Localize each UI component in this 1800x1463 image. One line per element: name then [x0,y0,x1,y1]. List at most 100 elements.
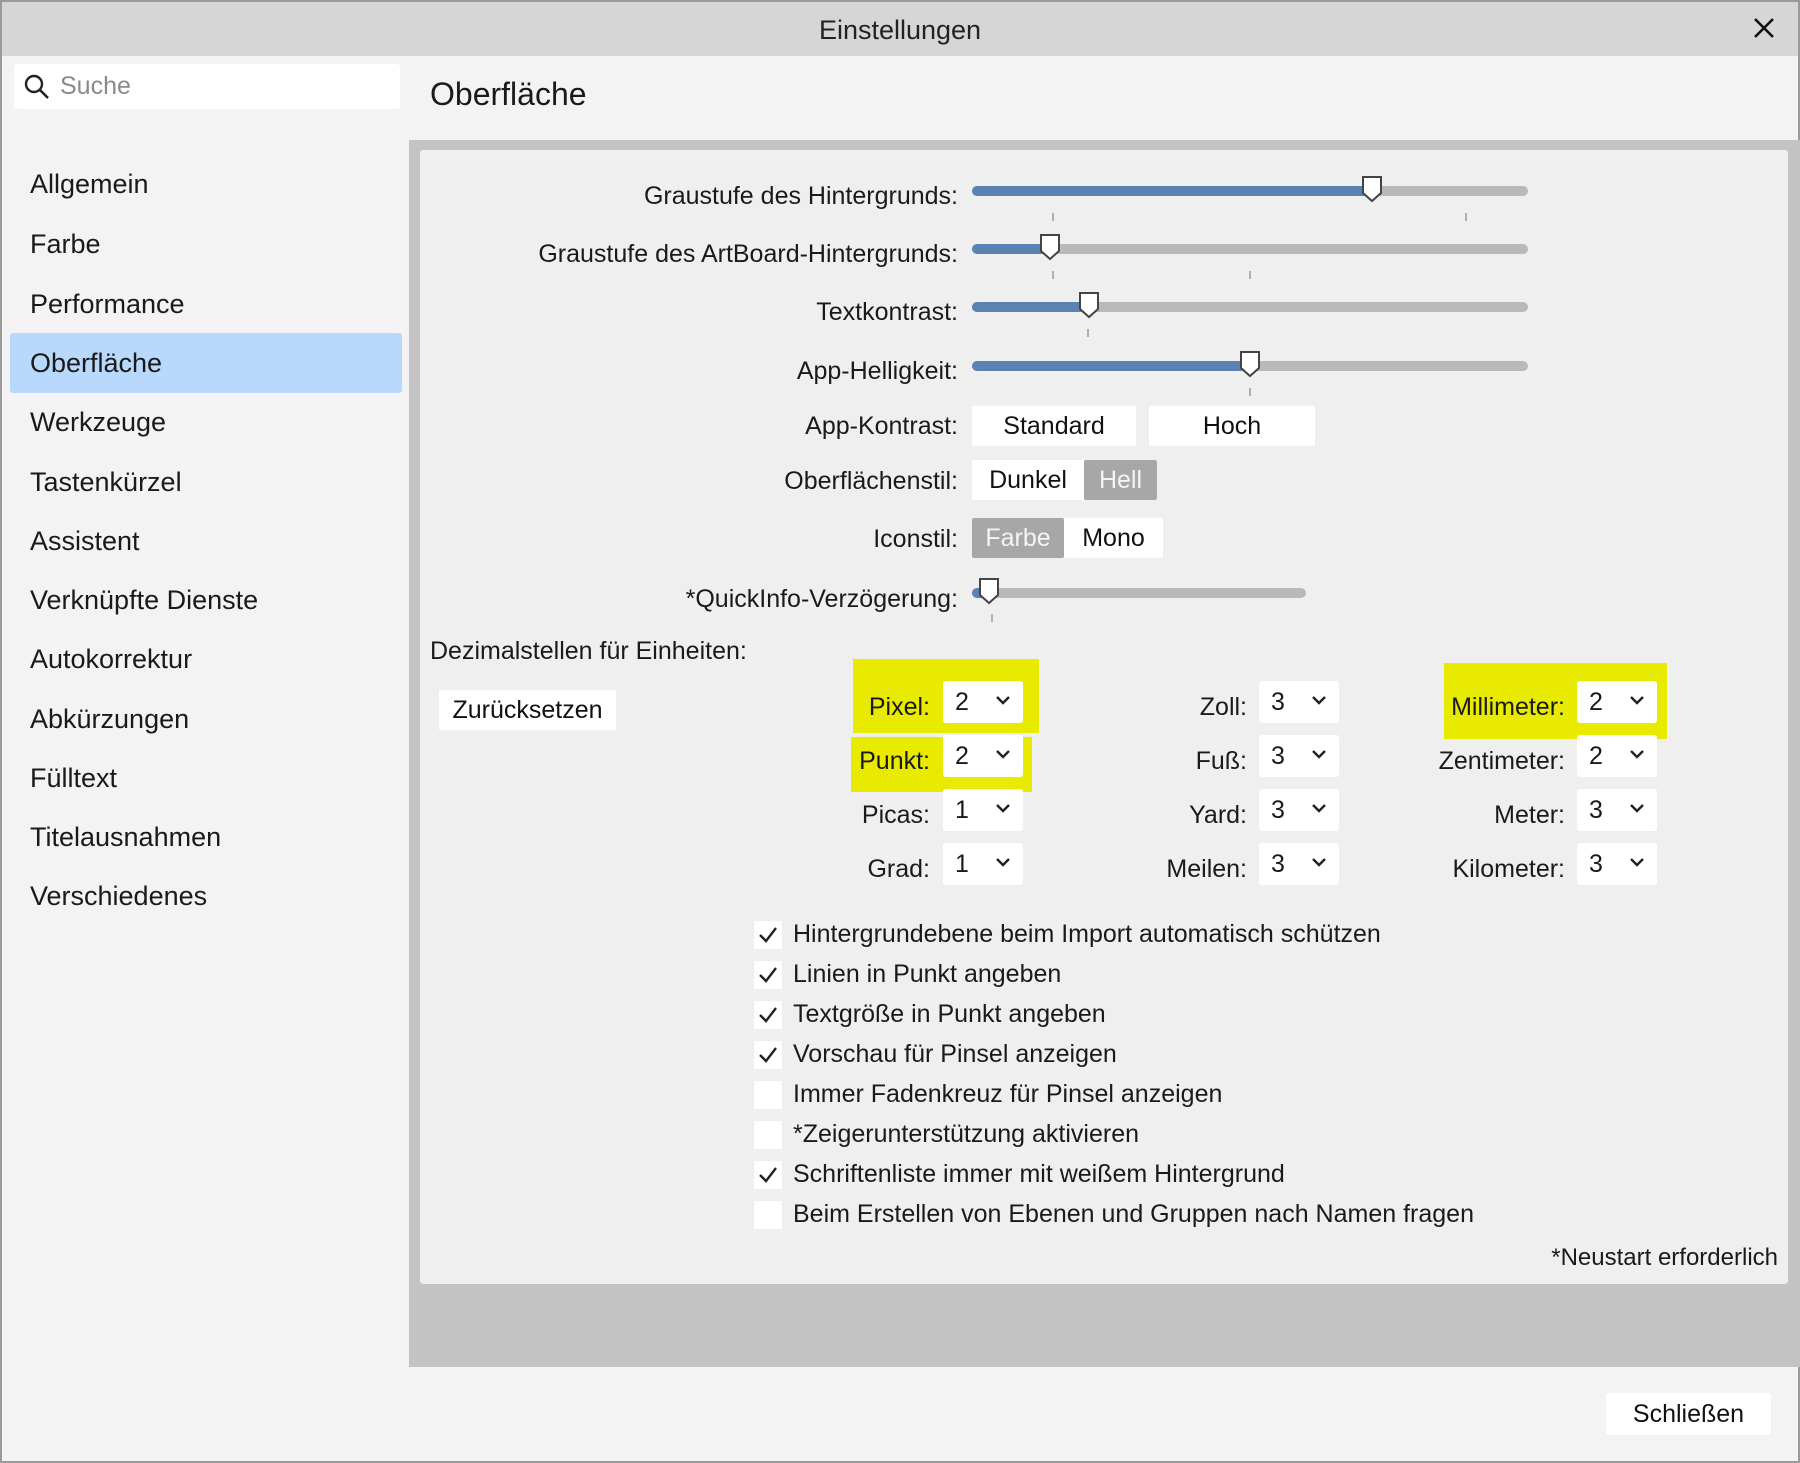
fuss-label: Fuß: [1195,747,1247,775]
dropdown-value: 1 [955,796,969,824]
slider-thumb[interactable] [1239,350,1261,378]
sidebar-item-assistent[interactable]: Assistent [10,511,402,571]
chevron-down-icon [996,750,1010,759]
sidebar-item-tastenkuerzel[interactable]: Tastenkürzel [10,452,402,512]
meter-label: Meter: [1494,801,1565,829]
checkbox-always-crosshair[interactable] [754,1081,782,1109]
quickinfo-delay-slider[interactable] [972,578,1306,605]
chevron-down-icon [1312,750,1326,759]
millimeter-decimals-dropdown[interactable]: 2 [1577,681,1657,723]
close-button[interactable]: Schließen [1606,1393,1771,1435]
window-title: Einstellungen [818,15,982,45]
checkbox-label: Schriftenliste immer mit weißem Hintergr… [793,1160,1285,1188]
fuss-decimals-dropdown[interactable]: 3 [1259,735,1339,777]
slider-tick [1087,329,1089,337]
icon-style-label: Iconstil: [873,525,958,553]
chevron-down-icon [1630,750,1644,759]
checkbox-lines-in-points[interactable] [754,961,782,989]
sidebar-item-farbe[interactable]: Farbe [10,214,402,274]
meter-decimals-dropdown[interactable]: 3 [1577,789,1657,831]
slider-thumb[interactable] [1078,291,1100,319]
checkbox-auto-protect-background[interactable] [754,921,782,949]
dropdown-value: 3 [1589,796,1603,824]
page-title: Oberfläche [430,76,587,112]
zentimeter-decimals-dropdown[interactable]: 2 [1577,735,1657,777]
slider-thumb[interactable] [1039,233,1061,261]
sidebar-item-performance[interactable]: Performance [10,274,402,334]
picas-decimals-dropdown[interactable]: 1 [943,789,1023,831]
dropdown-value: 2 [1589,742,1603,770]
slider-tick [1249,271,1251,279]
checkbox-text-size-in-points[interactable] [754,1001,782,1029]
slider-fill [972,361,1250,371]
search-box[interactable] [14,64,400,109]
close-icon [1754,18,1774,38]
yard-label: Yard: [1189,801,1247,829]
checkbox-pointer-support[interactable] [754,1121,782,1149]
sidebar-item-autokorrektur[interactable]: Autokorrektur [10,629,402,689]
checkbox-label: Beim Erstellen von Ebenen und Gruppen na… [793,1200,1474,1228]
reset-button[interactable]: Zurücksetzen [439,690,616,730]
app-contrast-standard-button[interactable]: Standard [972,406,1136,446]
background-gray-slider[interactable] [972,176,1528,203]
checkbox-ask-layer-names[interactable] [754,1201,782,1229]
app-brightness-slider[interactable] [972,351,1528,378]
sidebar-item-abkuerzungen[interactable]: Abkürzungen [10,689,402,749]
surface-style-dark-button[interactable]: Dunkel [972,460,1084,500]
app-brightness-label: App-Helligkeit: [796,357,958,385]
text-contrast-slider[interactable] [972,292,1528,319]
checkmark-icon [759,967,777,983]
chevron-down-icon [1312,696,1326,705]
search-input[interactable] [58,71,388,102]
kilometer-decimals-dropdown[interactable]: 3 [1577,843,1657,885]
pixel-decimals-dropdown[interactable]: 2 [943,681,1023,723]
kilometer-label: Kilometer: [1452,855,1565,883]
quickinfo-delay-label: *QuickInfo-Verzögerung: [685,585,958,613]
slider-thumb[interactable] [978,577,1000,605]
sidebar-item-fuelltext[interactable]: Fülltext [10,748,402,808]
decimals-heading: Dezimalstellen für Einheiten: [430,637,747,665]
checkbox-font-list-white-bg[interactable] [754,1161,782,1189]
sidebar-item-werkzeuge[interactable]: Werkzeuge [10,392,402,452]
meilen-decimals-dropdown[interactable]: 3 [1259,843,1339,885]
zentimeter-label: Zentimeter: [1438,747,1565,775]
punkt-decimals-dropdown[interactable]: 2 [943,735,1023,777]
background-gray-label: Graustufe des Hintergrunds: [643,182,958,210]
sidebar-item-verschiedenes[interactable]: Verschiedenes [10,866,402,926]
surface-style-light-button[interactable]: Hell [1084,460,1157,500]
slider-tick [1052,213,1054,221]
dropdown-value: 3 [1271,796,1285,824]
checkbox-label: Immer Fadenkreuz für Pinsel anzeigen [793,1080,1223,1108]
surface-style-label: Oberflächenstil: [784,467,958,495]
slider-fill [972,186,1372,196]
dropdown-value: 2 [955,688,969,716]
sidebar-item-allgemein[interactable]: Allgemein [10,154,402,214]
slider-tick [1052,271,1054,279]
dropdown-value: 1 [955,850,969,878]
chevron-down-icon [1630,804,1644,813]
icon-style-mono-button[interactable]: Mono [1064,518,1163,558]
checkbox-brush-preview[interactable] [754,1041,782,1069]
dropdown-value: 3 [1271,850,1285,878]
zoll-decimals-dropdown[interactable]: 3 [1259,681,1339,723]
sidebar-item-titelausnahmen[interactable]: Titelausnahmen [10,807,402,867]
sidebar-item-oberflaeche[interactable]: Oberfläche [10,333,402,393]
grad-decimals-dropdown[interactable]: 1 [943,843,1023,885]
restart-note: *Neustart erforderlich [1551,1244,1778,1271]
chevron-down-icon [1630,696,1644,705]
sidebar-item-verknuepfte-dienste[interactable]: Verknüpfte Dienste [10,570,402,630]
slider-thumb[interactable] [1361,175,1383,203]
checkbox-label: Vorschau für Pinsel anzeigen [793,1040,1117,1068]
checkmark-icon [759,1167,777,1183]
artboard-gray-slider[interactable] [972,234,1528,261]
dropdown-value: 3 [1271,688,1285,716]
close-window-button[interactable] [1744,8,1784,48]
yard-decimals-dropdown[interactable]: 3 [1259,789,1339,831]
app-contrast-high-button[interactable]: Hoch [1149,406,1315,446]
chevron-down-icon [1312,858,1326,867]
millimeter-label: Millimeter: [1451,693,1565,721]
checkbox-label: Hintergrundebene beim Import automatisch… [793,920,1381,948]
title-bar: Einstellungen [2,2,1798,56]
search-icon [24,74,49,99]
icon-style-color-button[interactable]: Farbe [972,518,1064,558]
